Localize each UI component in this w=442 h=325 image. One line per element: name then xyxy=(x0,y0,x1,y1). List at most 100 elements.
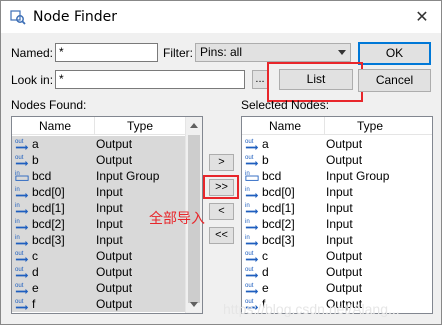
column-header-name[interactable]: Name xyxy=(269,119,301,133)
output-pin-icon: out xyxy=(244,265,260,279)
column-header-type[interactable]: Type xyxy=(127,119,153,133)
list-item[interactable]: in bcd[2] Input xyxy=(242,216,432,232)
input-pin-icon: in xyxy=(14,185,30,199)
node-name: bcd xyxy=(32,169,52,183)
column-header-name[interactable]: Name xyxy=(39,119,71,133)
add-all-highlight-box xyxy=(203,175,239,199)
remove-selected-button[interactable]: < xyxy=(209,203,234,220)
list-item[interactable]: in bcd Input Group xyxy=(12,168,202,184)
list-item[interactable]: out d Output xyxy=(242,264,432,280)
list-item[interactable]: in bcd[0] Input xyxy=(242,184,432,200)
list-item[interactable]: out a Output xyxy=(12,136,202,152)
node-name: c xyxy=(262,249,268,263)
output-pin-icon: out xyxy=(244,153,260,167)
node-type: Input xyxy=(326,185,353,199)
browse-button[interactable]: ... xyxy=(252,70,268,89)
column-separator xyxy=(324,117,325,134)
node-type: Output xyxy=(96,153,133,167)
list-item[interactable]: out b Output xyxy=(12,152,202,168)
scroll-up-icon[interactable] xyxy=(186,117,202,134)
column-separator xyxy=(94,117,95,134)
cancel-button[interactable]: Cancel xyxy=(358,69,431,92)
input-pin-icon: in xyxy=(14,233,30,247)
output-pin-icon: out xyxy=(14,153,30,167)
output-pin-icon: out xyxy=(14,297,30,311)
svg-text:in: in xyxy=(245,234,250,241)
svg-text:out: out xyxy=(15,298,24,305)
node-name: bcd[0] xyxy=(262,185,295,199)
node-type: Input Group xyxy=(96,169,160,183)
input-group-icon: in xyxy=(244,169,260,183)
node-type: Output xyxy=(326,249,363,263)
node-name: f xyxy=(32,297,36,311)
named-label: Named: xyxy=(11,46,54,60)
output-pin-icon: out xyxy=(14,249,30,263)
svg-text:in: in xyxy=(245,202,250,209)
list-item[interactable]: out b Output xyxy=(242,152,432,168)
list-item[interactable]: out e Output xyxy=(12,280,202,296)
node-finder-dialog: Node Finder ✕ Named: * Filter: Pins: all… xyxy=(0,0,442,325)
selected-nodes-list[interactable]: Name Type out a Output out b Output in bcd Input… xyxy=(241,116,433,314)
node-type: Input xyxy=(326,233,353,247)
node-name: d xyxy=(262,265,269,279)
node-type: Output xyxy=(96,249,133,263)
column-header-type[interactable]: Type xyxy=(357,119,383,133)
svg-text:in: in xyxy=(15,218,20,225)
svg-text:out: out xyxy=(245,282,254,289)
input-group-icon: in xyxy=(14,169,30,183)
list-item[interactable]: in bcd[3] Input xyxy=(12,232,202,248)
selected-nodes-label: Selected Nodes: xyxy=(241,98,330,112)
node-type: Input xyxy=(96,201,123,215)
node-type: Output xyxy=(326,265,363,279)
node-name: bcd[2] xyxy=(32,217,65,231)
watermark-text: https://blog.csdn.net/Alang... xyxy=(223,301,400,317)
list-item[interactable]: out a Output xyxy=(242,136,432,152)
window-title: Node Finder xyxy=(33,9,118,25)
list-item[interactable]: out d Output xyxy=(12,264,202,280)
close-button[interactable]: ✕ xyxy=(409,5,435,29)
look-in-input[interactable]: * xyxy=(55,70,245,89)
list-item[interactable]: in bcd[0] Input xyxy=(12,184,202,200)
svg-text:out: out xyxy=(245,138,254,145)
node-finder-icon xyxy=(10,10,26,25)
node-name: b xyxy=(262,153,269,167)
filter-label: Filter: xyxy=(163,46,193,60)
scroll-down-icon[interactable] xyxy=(186,296,202,313)
node-name: b xyxy=(32,153,39,167)
list-item[interactable]: out e Output xyxy=(242,280,432,296)
list-item[interactable]: in bcd[3] Input xyxy=(242,232,432,248)
node-name: c xyxy=(32,249,38,263)
node-type: Input xyxy=(96,185,123,199)
node-type: Output xyxy=(96,137,133,151)
input-pin-icon: in xyxy=(14,217,30,231)
add-selected-button[interactable]: > xyxy=(209,154,234,171)
node-type: Input xyxy=(96,217,123,231)
output-pin-icon: out xyxy=(14,137,30,151)
node-name: bcd[3] xyxy=(262,233,295,247)
node-type: Input xyxy=(326,201,353,215)
list-item[interactable]: out f Output xyxy=(12,296,202,312)
selected-nodes-rows: out a Output out b Output in bcd Input Group in bc… xyxy=(242,136,432,312)
input-pin-icon: in xyxy=(244,201,260,215)
svg-text:out: out xyxy=(15,282,24,289)
list-item[interactable]: out c Output xyxy=(12,248,202,264)
nodes-found-label: Nodes Found: xyxy=(11,98,87,112)
list-item[interactable]: in bcd[1] Input xyxy=(242,200,432,216)
list-item[interactable]: in bcd Input Group xyxy=(242,168,432,184)
list-highlight-box xyxy=(267,62,363,102)
svg-text:out: out xyxy=(245,266,254,273)
node-name: bcd[3] xyxy=(32,233,65,247)
svg-text:in: in xyxy=(15,202,20,209)
svg-text:in: in xyxy=(15,234,20,241)
remove-all-button[interactable]: << xyxy=(209,227,234,244)
list-item[interactable]: out c Output xyxy=(242,248,432,264)
ok-button[interactable]: OK xyxy=(358,42,431,65)
svg-text:out: out xyxy=(245,154,254,161)
annotation-label: 全部导入 xyxy=(149,211,205,227)
svg-text:out: out xyxy=(15,250,24,257)
filter-select[interactable]: Pins: all xyxy=(195,43,351,62)
node-name: bcd[1] xyxy=(262,201,295,215)
node-name: a xyxy=(262,137,269,151)
node-name: a xyxy=(32,137,39,151)
named-input[interactable]: * xyxy=(55,43,158,62)
